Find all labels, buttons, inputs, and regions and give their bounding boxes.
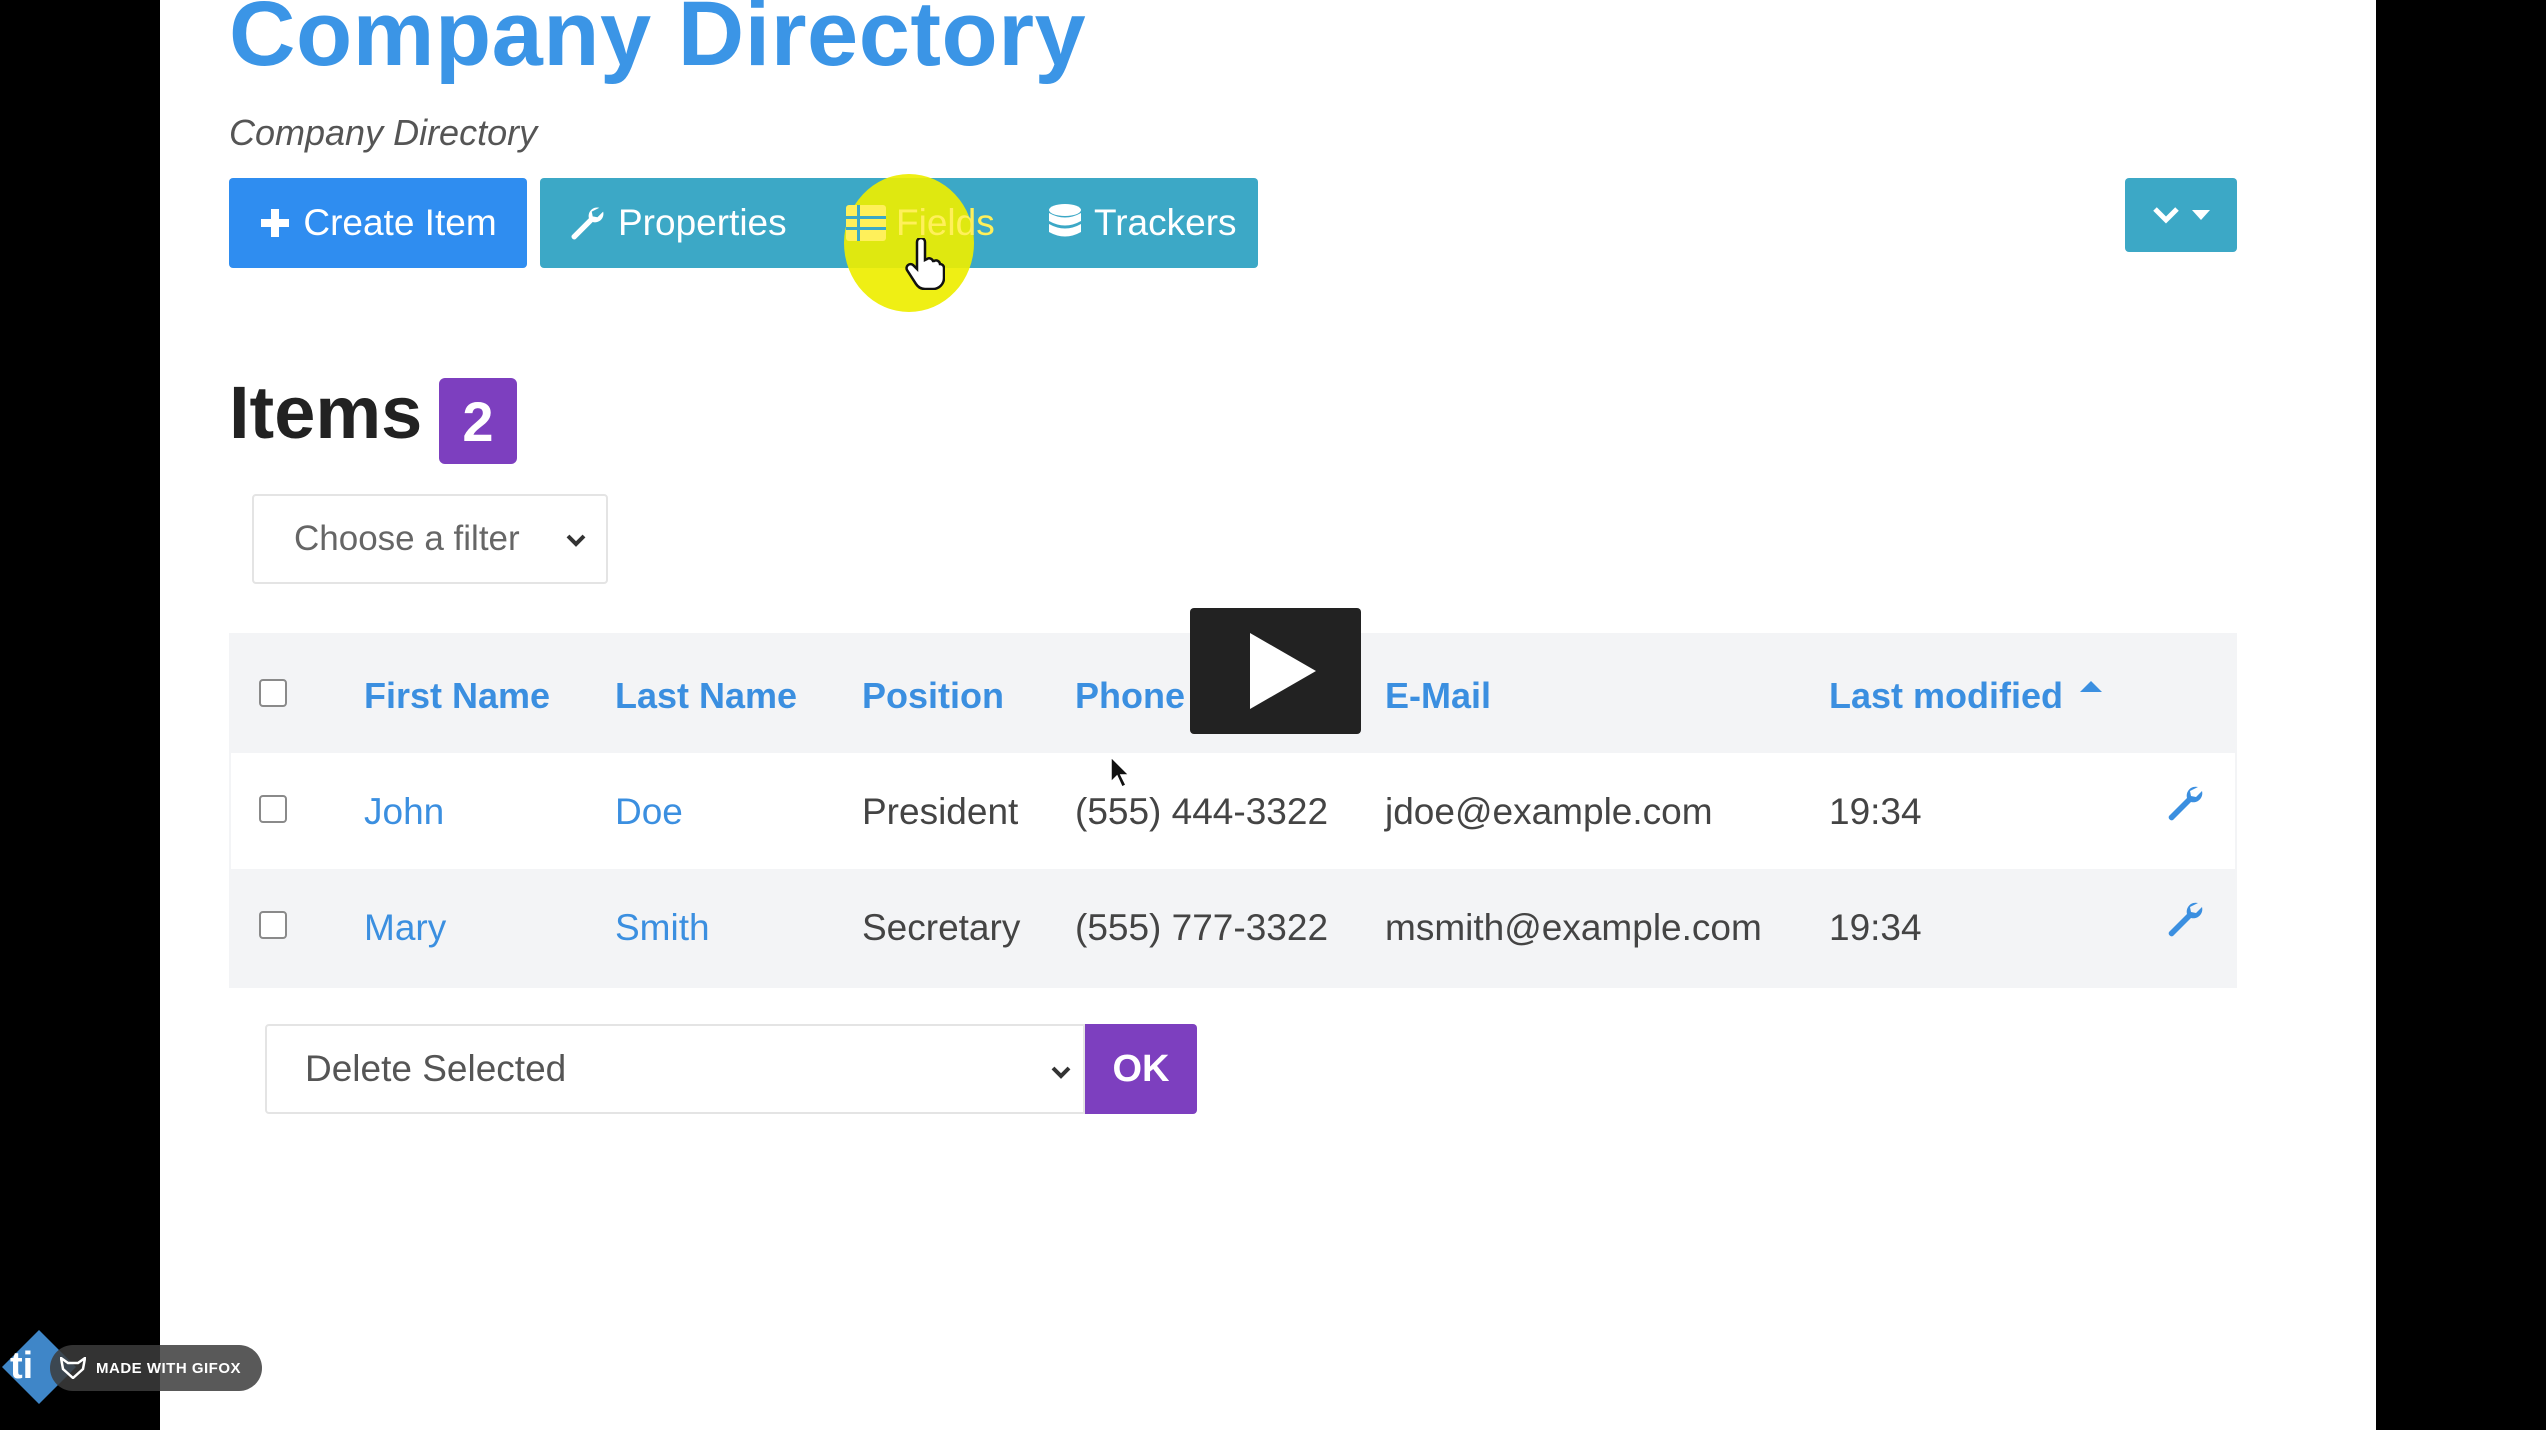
column-last-name[interactable]: Last Name bbox=[615, 675, 797, 717]
trackers-label: Trackers bbox=[1094, 202, 1237, 243]
table-row: Mary Smith Secretary (555) 777-3322 msmi… bbox=[231, 869, 2235, 985]
sort-ascending-icon bbox=[2080, 681, 2102, 692]
position-cell: Secretary bbox=[862, 907, 1021, 948]
items-heading: Items bbox=[229, 371, 423, 454]
chevron-down-icon bbox=[2152, 205, 2180, 225]
chevron-down-icon bbox=[1049, 1054, 1073, 1096]
page-title: Company Directory bbox=[229, 0, 1087, 85]
email-cell: msmith@example.com bbox=[1385, 907, 1762, 948]
chevron-down-icon bbox=[564, 524, 588, 564]
filter-select[interactable]: Choose a filter bbox=[252, 494, 608, 584]
position-cell: President bbox=[862, 791, 1019, 832]
table-row: John Doe President (555) 444-3322 jdoe@e… bbox=[231, 753, 2235, 869]
select-all-checkbox[interactable] bbox=[259, 679, 287, 707]
play-button[interactable] bbox=[1190, 608, 1361, 734]
row-checkbox[interactable] bbox=[259, 911, 287, 939]
bulk-action-value: Delete Selected bbox=[305, 1048, 567, 1089]
email-cell: jdoe@example.com bbox=[1385, 791, 1713, 832]
wrench-icon bbox=[568, 204, 606, 242]
last-name-link[interactable]: Doe bbox=[615, 791, 683, 833]
toolbar-button-group: Properties Fields Trackers bbox=[540, 174, 1258, 312]
page-subtitle: Company Directory bbox=[229, 112, 538, 153]
watermark-text: MADE WITH GIFOX bbox=[96, 1359, 241, 1377]
last-modified-cell: 19:34 bbox=[1829, 907, 1922, 948]
column-phone[interactable]: Phone bbox=[1075, 675, 1185, 717]
mouse-pointer-icon bbox=[1110, 755, 1132, 795]
create-item-button[interactable]: Create Item bbox=[229, 178, 527, 268]
hand-cursor-icon bbox=[905, 236, 946, 295]
phone-cell: (555) 444-3322 bbox=[1075, 791, 1329, 832]
column-position[interactable]: Position bbox=[862, 675, 1004, 717]
column-email[interactable]: E-Mail bbox=[1385, 675, 1491, 717]
first-name-link[interactable]: John bbox=[364, 791, 444, 833]
database-icon bbox=[1048, 204, 1082, 242]
first-name-link[interactable]: Mary bbox=[364, 907, 446, 949]
ok-button[interactable]: OK bbox=[1085, 1024, 1197, 1114]
properties-button[interactable]: Properties bbox=[568, 178, 787, 268]
column-last-modified[interactable]: Last modified bbox=[1829, 675, 2063, 717]
edit-wrench-icon[interactable] bbox=[2165, 899, 2205, 944]
plus-icon bbox=[259, 207, 291, 239]
column-first-name[interactable]: First Name bbox=[364, 675, 550, 717]
last-modified-cell: 19:34 bbox=[1829, 791, 1922, 832]
filter-placeholder: Choose a filter bbox=[294, 519, 520, 558]
gifox-watermark: MADE WITH GIFOX bbox=[50, 1345, 262, 1391]
actions-dropdown-button[interactable] bbox=[2125, 178, 2237, 252]
properties-label: Properties bbox=[618, 202, 787, 243]
bulk-action-select[interactable]: Delete Selected bbox=[265, 1024, 1085, 1114]
play-icon bbox=[1249, 633, 1316, 709]
table-list-icon bbox=[846, 205, 886, 241]
phone-cell: (555) 777-3322 bbox=[1075, 907, 1329, 948]
svg-text:ti: ti bbox=[10, 1345, 33, 1387]
fox-icon bbox=[60, 1357, 86, 1379]
caret-down-icon bbox=[2192, 210, 2210, 220]
create-item-label: Create Item bbox=[303, 202, 497, 243]
trackers-button[interactable]: Trackers bbox=[1048, 178, 1237, 268]
edit-wrench-icon[interactable] bbox=[2165, 783, 2205, 828]
last-name-link[interactable]: Smith bbox=[615, 907, 710, 949]
items-count-badge: 2 bbox=[439, 378, 517, 464]
row-checkbox[interactable] bbox=[259, 795, 287, 823]
page: Company Directory Company Directory Crea… bbox=[160, 0, 2376, 1430]
